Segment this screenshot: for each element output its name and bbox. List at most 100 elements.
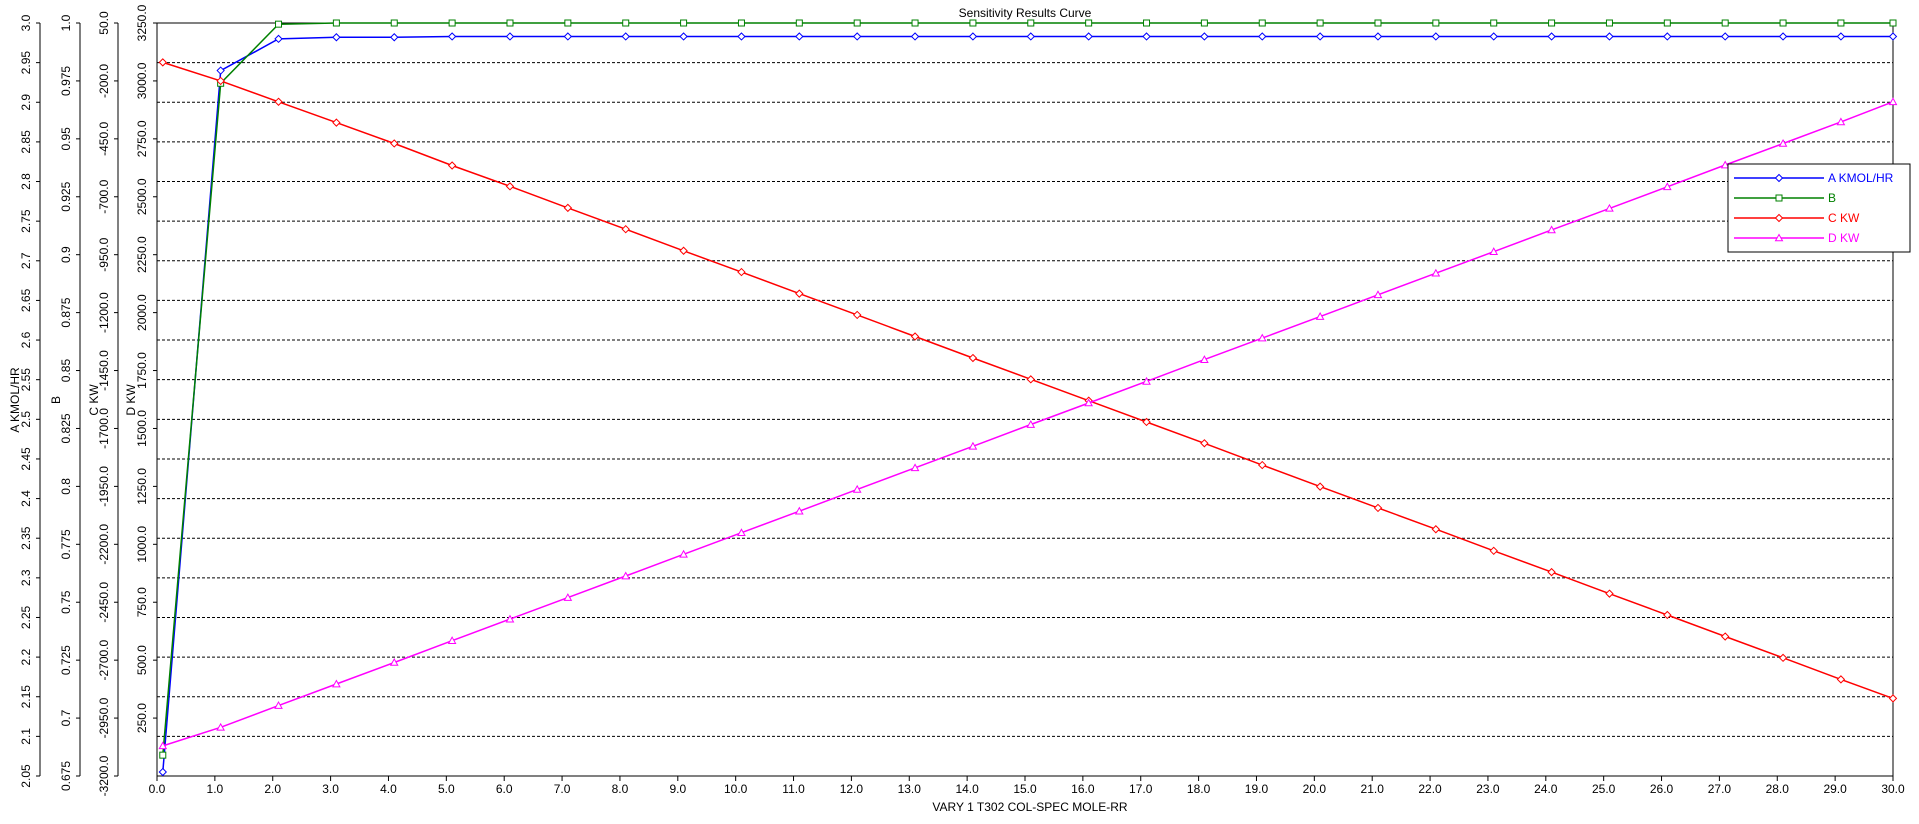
data-point xyxy=(1548,19,1556,27)
data-point xyxy=(275,20,283,28)
data-point xyxy=(1200,19,1208,27)
data-point xyxy=(332,19,340,27)
y-tick-label: 0.85 xyxy=(59,359,73,383)
data-point xyxy=(1775,194,1783,202)
y-tick-label: 2750.0 xyxy=(135,120,149,157)
x-tick-label: 1.0 xyxy=(207,782,224,796)
y-tick-label: -2950.0 xyxy=(97,697,111,738)
y-tick-label: 2250.0 xyxy=(135,236,149,273)
y-tick-label: 2.7 xyxy=(19,252,33,269)
data-point xyxy=(1027,19,1035,27)
x-tick-label: 5.0 xyxy=(438,782,455,796)
y-tick-label: 2.4 xyxy=(19,490,33,507)
x-tick-label: 17.0 xyxy=(1129,782,1153,796)
y-tick-label: 2.95 xyxy=(19,51,33,75)
y-tick-label: 3250.0 xyxy=(135,4,149,41)
y-tick-label: 750.0 xyxy=(135,587,149,617)
x-tick-label: 14.0 xyxy=(955,782,979,796)
data-point xyxy=(506,19,514,27)
y-tick-label: 0.875 xyxy=(59,297,73,327)
x-tick-label: 2.0 xyxy=(264,782,281,796)
data-point xyxy=(448,19,456,27)
data-point xyxy=(564,19,572,27)
y-tick-label: 2500.0 xyxy=(135,178,149,215)
data-point xyxy=(911,19,919,27)
data-point xyxy=(1889,19,1897,27)
x-tick-label: 0.0 xyxy=(149,782,166,796)
data-point xyxy=(853,19,861,27)
y-tick-label: 0.975 xyxy=(59,66,73,96)
data-point xyxy=(1374,19,1382,27)
y-tick-label: -700.0 xyxy=(97,179,111,213)
x-tick-label: 13.0 xyxy=(898,782,922,796)
y-tick-label: 0.95 xyxy=(59,127,73,151)
x-tick-label: 11.0 xyxy=(782,782,805,796)
y-tick-label: 0.775 xyxy=(59,529,73,559)
data-point xyxy=(737,19,745,27)
data-point xyxy=(1663,19,1671,27)
y-tick-label: 1.0 xyxy=(59,14,73,31)
y-tick-label: 2.05 xyxy=(19,764,33,788)
data-point xyxy=(622,19,630,27)
y-axis-title-c: C KW xyxy=(87,384,101,416)
data-point xyxy=(1490,19,1498,27)
data-point xyxy=(1316,19,1324,27)
data-point xyxy=(1085,19,1093,27)
x-tick-label: 21.0 xyxy=(1361,782,1385,796)
y-tick-label: 0.825 xyxy=(59,413,73,443)
sensitivity-chart: 0.0 1.0 2.0 3.0 4.0 5.0 6.0 7.0 8.0 9.0 10.0 11.0 12… xyxy=(0,0,1919,819)
y-tick-label: 2.35 xyxy=(19,526,33,550)
y-tick-label: 2000.0 xyxy=(135,294,149,331)
y-tick-label: 0.8 xyxy=(59,478,73,495)
x-tick-label: 12.0 xyxy=(840,782,864,796)
x-tick-label: 23.0 xyxy=(1476,782,1500,796)
y-tick-label: 3000.0 xyxy=(135,62,149,99)
y-tick-label: 1750.0 xyxy=(135,352,149,389)
y-tick-label: 2.9 xyxy=(19,94,33,111)
legend-label: C KW xyxy=(1828,211,1860,225)
data-point xyxy=(795,19,803,27)
y-tick-label: 0.75 xyxy=(59,590,73,614)
data-point xyxy=(969,19,977,27)
y-tick-label: -1200.0 xyxy=(97,292,111,333)
y-axis-title-d: D KW xyxy=(124,384,138,416)
y-axis-title-b: B xyxy=(49,396,63,404)
data-point xyxy=(159,751,167,759)
y-tick-label: 250.0 xyxy=(135,703,149,733)
y-tick-label: -450.0 xyxy=(97,122,111,156)
data-point xyxy=(1837,19,1845,27)
y-tick-label: -3200.0 xyxy=(97,755,111,796)
legend-label: B xyxy=(1828,191,1836,205)
y-tick-label: 2.15 xyxy=(19,685,33,709)
x-tick-label: 3.0 xyxy=(322,782,339,796)
y-tick-label: 2.8 xyxy=(19,173,33,190)
y-tick-label: 2.45 xyxy=(19,447,33,471)
y-tick-label: 2.6 xyxy=(19,331,33,348)
y-tick-label: 1250.0 xyxy=(135,468,149,505)
y-tick-label: 3.0 xyxy=(19,14,33,31)
x-tick-label: 22.0 xyxy=(1418,782,1442,796)
y-tick-label: 500.0 xyxy=(135,645,149,675)
y-tick-label: 0.675 xyxy=(59,761,73,791)
x-tick-label: 15.0 xyxy=(1013,782,1037,796)
y-tick-label: -1950.0 xyxy=(97,466,111,507)
y-tick-label: -2200.0 xyxy=(97,524,111,565)
y-tick-label: 2.75 xyxy=(19,209,33,233)
x-tick-label: 8.0 xyxy=(612,782,629,796)
x-tick-label: 30.0 xyxy=(1881,782,1905,796)
data-point xyxy=(1721,19,1729,27)
x-tick-label: 18.0 xyxy=(1187,782,1211,796)
y-tick-label: 50.0 xyxy=(97,11,111,35)
y-tick-label: 0.7 xyxy=(59,709,73,726)
x-tick-label: 19.0 xyxy=(1245,782,1269,796)
x-tick-label: 24.0 xyxy=(1534,782,1558,796)
y-tick-label: 0.9 xyxy=(59,246,73,263)
x-tick-label: 28.0 xyxy=(1766,782,1790,796)
y-tick-label: 2.2 xyxy=(19,648,33,665)
data-point xyxy=(1605,19,1613,27)
y-tick-label: -950.0 xyxy=(97,237,111,271)
x-tick-label: 6.0 xyxy=(496,782,513,796)
data-point xyxy=(1258,19,1266,27)
y-tick-label: 2.1 xyxy=(19,728,33,745)
data-point xyxy=(1779,19,1787,27)
